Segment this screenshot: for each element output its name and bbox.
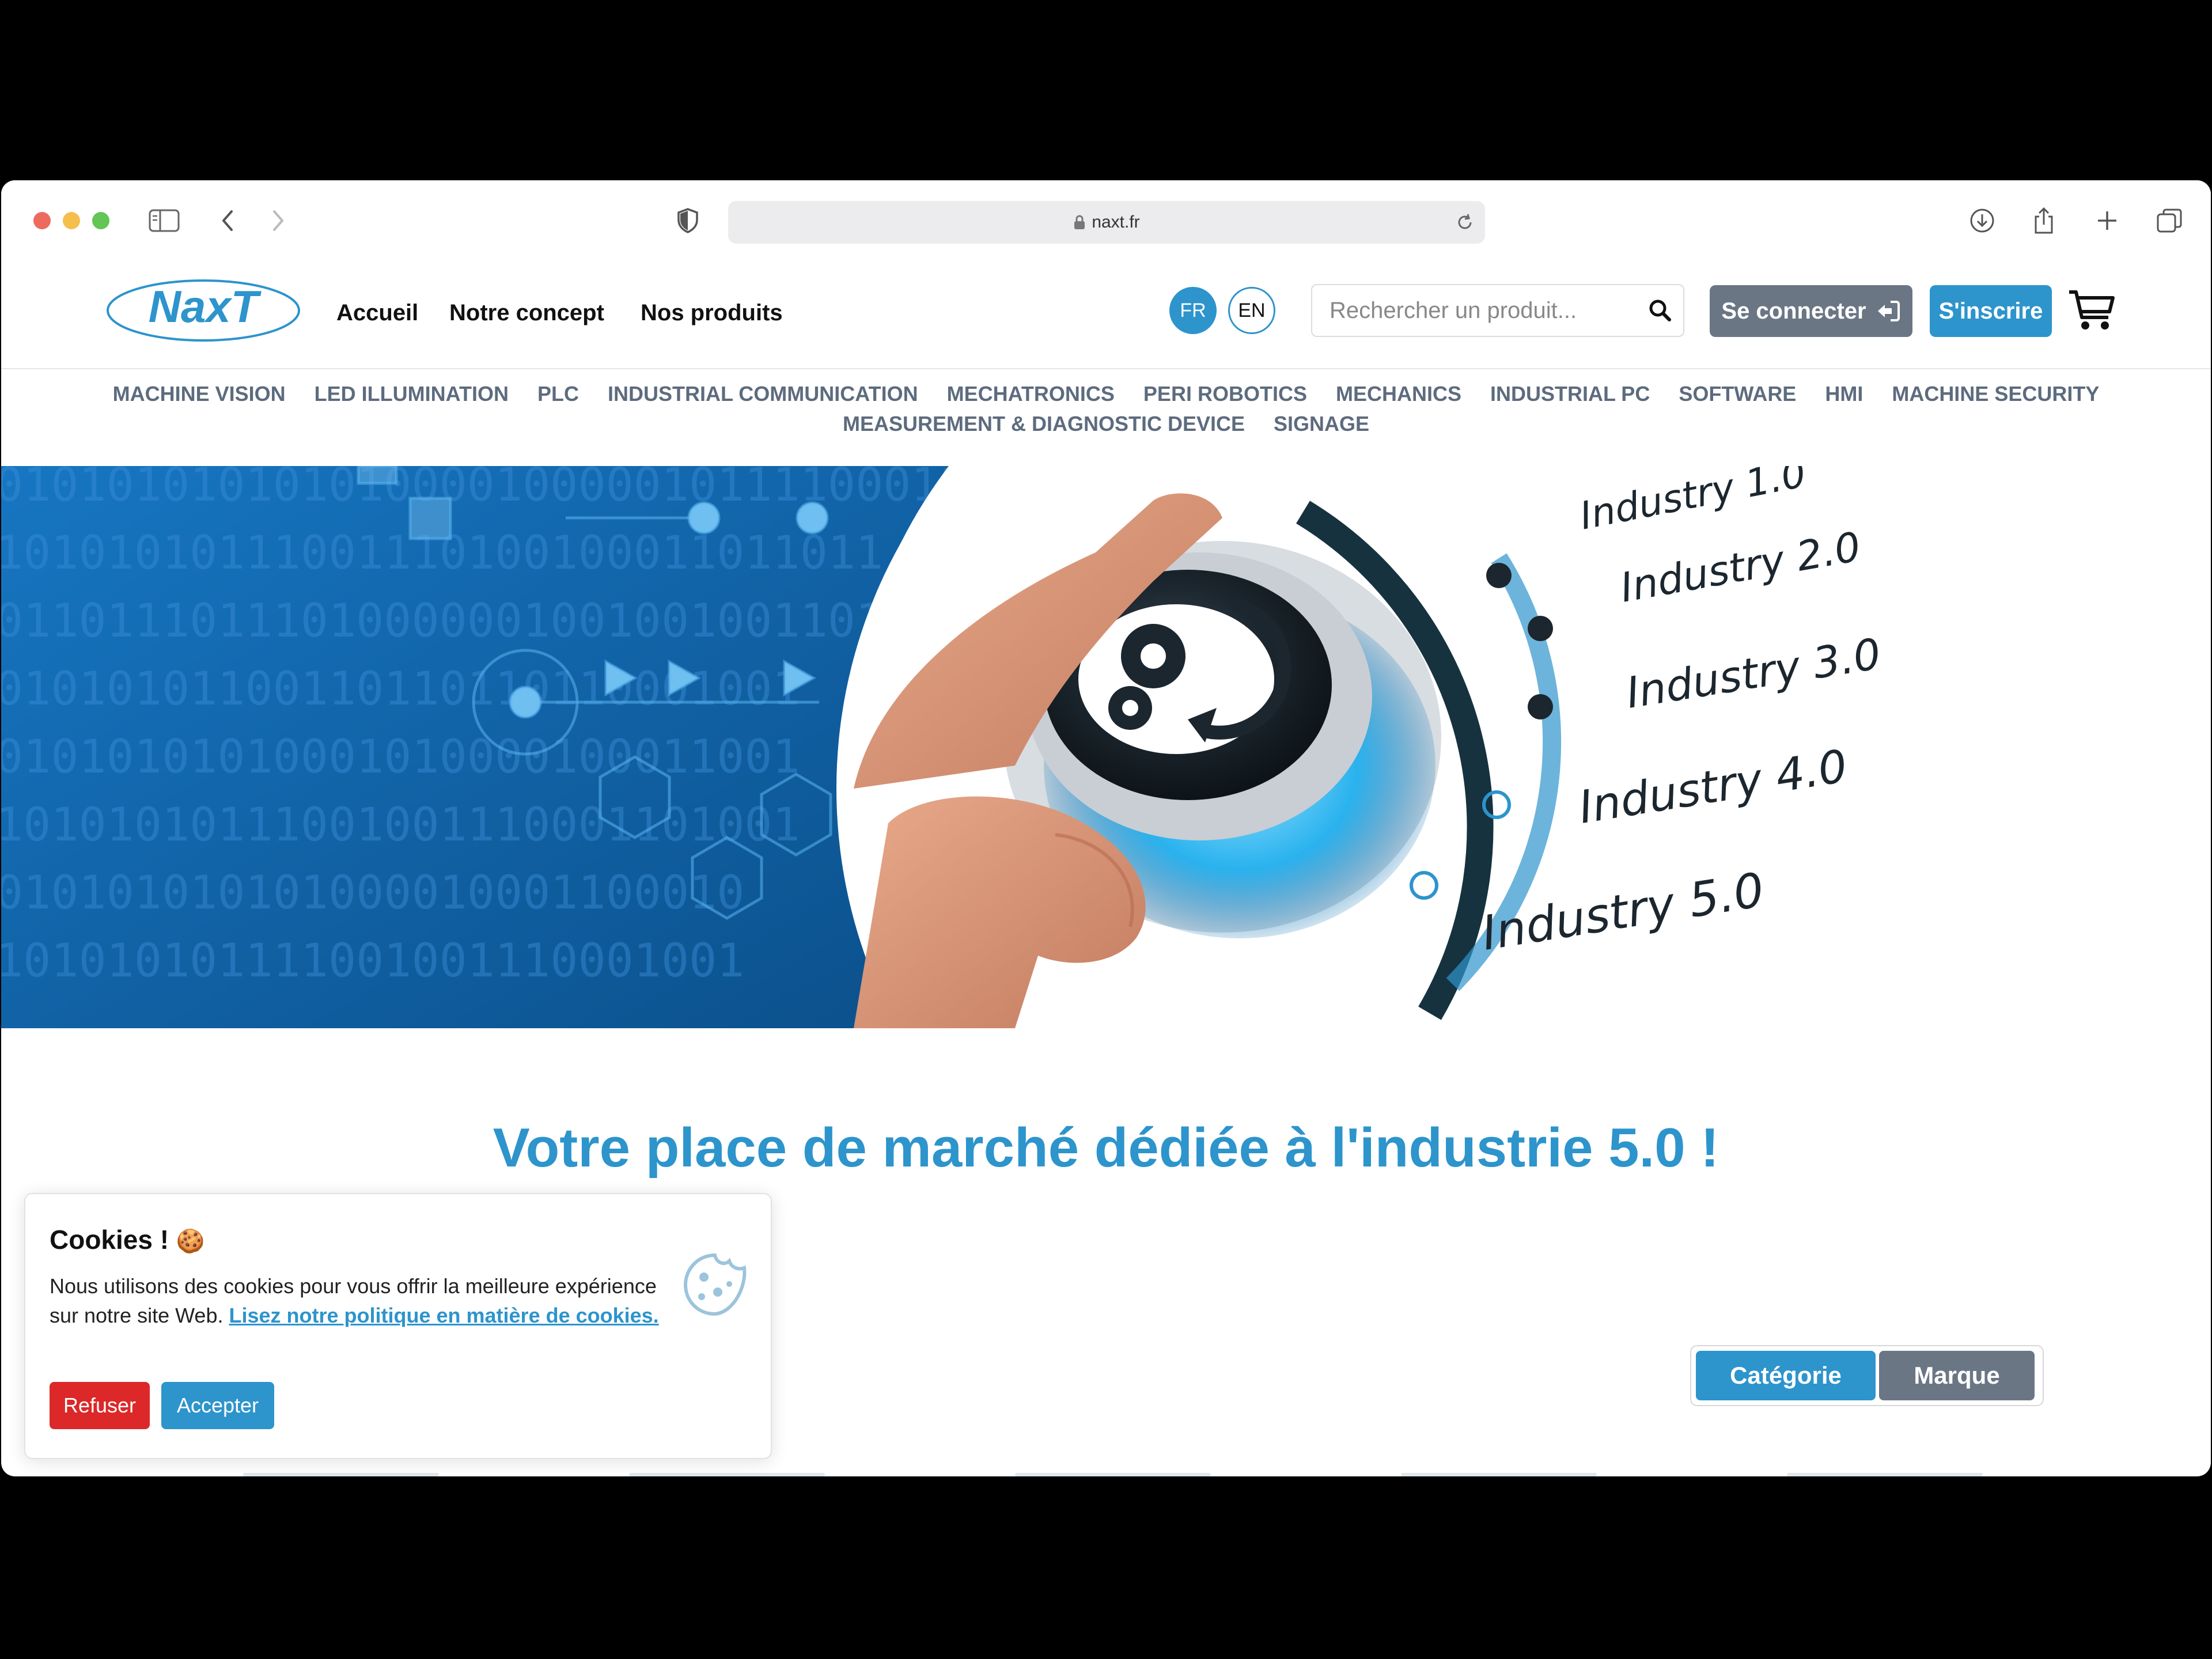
cookie-title: Cookies ! 🍪 [50, 1224, 205, 1255]
refuse-cookies-button[interactable]: Refuser [50, 1382, 150, 1429]
browser-window: naxt.fr NaxT Accueil Notre concept Nos p… [1, 180, 2211, 1476]
cookie-message: Nous utilisons des cookies pour vous off… [50, 1271, 683, 1330]
category-hmi[interactable]: HMI [1825, 382, 1863, 406]
category-bar: MACHINE VISION LED ILLUMINATION PLC INDUSTR… [1, 370, 2211, 450]
binary-row: 010101010101000010001100010 [1, 866, 744, 919]
category-machine-security[interactable]: MACHINE SECURITY [1892, 382, 2099, 406]
nav-notre-concept[interactable]: Notre concept [449, 300, 604, 326]
back-icon[interactable] [219, 206, 236, 236]
search-input[interactable] [1312, 285, 1637, 336]
close-window-button[interactable] [33, 212, 51, 229]
category-industrial-communication[interactable]: INDUSTRIAL COMMUNICATION [608, 382, 918, 406]
browser-toolbar: naxt.fr [1, 180, 2211, 261]
hero-image: 0101010101010100001000001011110001110101… [1, 466, 1884, 1028]
category-row-1: MACHINE VISION LED ILLUMINATION PLC INDUSTR… [1, 382, 2211, 406]
category-card-edge [1015, 1473, 1211, 1476]
site-header: NaxT Accueil Notre concept Nos produits … [1, 261, 2211, 369]
search-box [1311, 284, 1684, 337]
toggle-brand-button[interactable]: Marque [1879, 1351, 2035, 1400]
cookie-title-text: Cookies ! [50, 1225, 169, 1255]
category-peri-robotics[interactable]: PERI ROBOTICS [1143, 382, 1307, 406]
share-icon[interactable] [2032, 206, 2055, 236]
minimize-window-button[interactable] [63, 212, 80, 229]
downloads-icon[interactable] [1969, 206, 1995, 236]
privacy-shield-icon[interactable] [676, 206, 699, 236]
toggle-category-button[interactable]: Catégorie [1696, 1351, 1876, 1400]
forward-icon[interactable] [270, 206, 287, 236]
category-signage[interactable]: SIGNAGE [1274, 412, 1369, 436]
view-toggle: Catégorie Marque [1690, 1345, 2044, 1406]
cookie-policy-link[interactable]: Lisez notre politique en matière de cook… [229, 1304, 658, 1327]
login-label: Se connecter [1721, 298, 1866, 324]
cookie-icon [682, 1252, 748, 1320]
binary-row: 01101110111010000001001001001101 [1, 594, 883, 647]
new-tab-icon[interactable] [2096, 206, 2119, 236]
logo-text: NaxT [149, 281, 262, 332]
category-card-edge [243, 1473, 439, 1476]
language-fr-button[interactable]: FR [1169, 287, 1217, 334]
category-led-illumination[interactable]: LED ILLUMINATION [315, 382, 509, 406]
category-card-edge [629, 1473, 825, 1476]
reload-icon[interactable] [1455, 213, 1475, 237]
accept-cookies-button[interactable]: Accepter [161, 1382, 274, 1429]
cookie-emoji: 🍪 [176, 1228, 205, 1255]
login-button[interactable]: Se connecter [1710, 285, 1912, 337]
tagline: Votre place de marché dédiée à l'industr… [493, 1117, 1719, 1179]
language-en-button[interactable]: EN [1228, 287, 1275, 334]
category-measurement-and-diagnostic-device[interactable]: MEASUREMENT & DIAGNOSTIC DEVICE [843, 412, 1245, 436]
category-mechanics[interactable]: MECHANICS [1336, 382, 1461, 406]
lock-icon [1073, 214, 1086, 230]
address-bar[interactable]: naxt.fr [728, 201, 1485, 244]
cookie-banner: Cookies ! 🍪 Nous utilisons des cookies p… [24, 1193, 772, 1459]
category-mechatronics[interactable]: MECHATRONICS [947, 382, 1115, 406]
cart-icon[interactable] [2068, 289, 2115, 335]
category-software[interactable]: SOFTWARE [1679, 382, 1796, 406]
binary-row: 10101010111001001110001101001 [1, 798, 800, 851]
url-text: naxt.fr [1092, 213, 1140, 232]
binary-row: 01010101010001010000100011001 [1, 730, 800, 783]
signup-button[interactable]: S'inscrire [1930, 285, 2052, 337]
category-card-edge [1787, 1473, 1983, 1476]
category-industrial-pc[interactable]: INDUSTRIAL PC [1490, 382, 1650, 406]
category-machine-vision[interactable]: MACHINE VISION [113, 382, 286, 406]
naxt-logo[interactable]: NaxT [105, 278, 302, 343]
tab-overview-icon[interactable] [2156, 206, 2183, 236]
hero-banner: 01010101010101000010000010111100011 10101… [1, 466, 2211, 1028]
binary-row: 101010101111001001110001001 [1, 934, 744, 987]
category-card-edge [1401, 1473, 1597, 1476]
sign-in-icon [1872, 300, 1901, 323]
sidebar-toggle-icon[interactable] [149, 206, 180, 236]
nav-nos-produits[interactable]: Nos produits [641, 300, 783, 326]
maximize-window-button[interactable] [92, 212, 109, 229]
category-plc[interactable]: PLC [537, 382, 579, 406]
category-row-2: MEASUREMENT & DIAGNOSTIC DEVICE SIGNAGE [1, 412, 2211, 436]
search-icon[interactable] [1637, 285, 1683, 336]
nav-accueil[interactable]: Accueil [336, 300, 418, 326]
